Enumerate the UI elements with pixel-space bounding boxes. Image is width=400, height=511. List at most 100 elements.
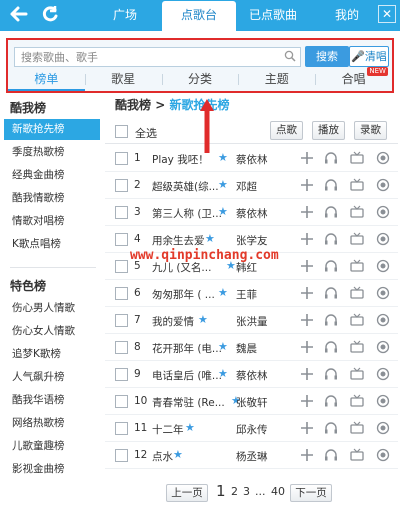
play-selected-button[interactable]: 播放 xyxy=(312,121,345,140)
mv-tv-icon[interactable] xyxy=(349,312,365,328)
page-1[interactable]: 1 xyxy=(216,482,226,500)
headphones-icon[interactable] xyxy=(323,204,339,220)
headphones-icon[interactable] xyxy=(323,177,339,193)
song-title[interactable]: 青春常驻 (Re... xyxy=(152,395,225,410)
back-arrow-icon[interactable] xyxy=(9,4,29,30)
sing-record-icon[interactable] xyxy=(375,339,391,355)
row-checkbox[interactable] xyxy=(115,287,128,300)
add-icon[interactable] xyxy=(299,231,315,247)
song-artist[interactable]: 杨丞琳 xyxy=(236,449,268,464)
mv-tv-icon[interactable] xyxy=(349,420,365,436)
add-icon[interactable] xyxy=(299,420,315,436)
headphones-icon[interactable] xyxy=(323,231,339,247)
page-2[interactable]: 2 xyxy=(231,485,238,498)
headphones-icon[interactable] xyxy=(323,339,339,355)
mv-tv-icon[interactable] xyxy=(349,447,365,463)
table-row[interactable]: 10 青春常驻 (Re... ★ 张敬轩 xyxy=(105,388,398,415)
sidebar-item-sad-men[interactable]: 伤心男人情歌 xyxy=(4,298,100,319)
song-artist[interactable]: 蔡依林 xyxy=(236,206,268,221)
sing-record-icon[interactable] xyxy=(375,312,391,328)
sing-record-icon[interactable] xyxy=(375,150,391,166)
song-title[interactable]: 十二年 xyxy=(152,422,184,437)
sidebar-item-web-hits[interactable]: 网络热歌榜 xyxy=(4,413,100,434)
sing-record-icon[interactable] xyxy=(375,231,391,247)
mv-tv-icon[interactable] xyxy=(349,204,365,220)
sing-record-icon[interactable] xyxy=(375,447,391,463)
table-row[interactable]: 6 匆匆那年 ( ... ★ 王菲 xyxy=(105,280,398,307)
mv-tv-icon[interactable] xyxy=(349,366,365,382)
add-icon[interactable] xyxy=(299,258,315,274)
song-title[interactable]: 点水 xyxy=(152,449,173,464)
add-icon[interactable] xyxy=(299,177,315,193)
a-cappella-button[interactable]: 🎤清唱 xyxy=(349,46,389,67)
sidebar-item-kids[interactable]: 儿歌童趣榜 xyxy=(4,436,100,457)
mv-tv-icon[interactable] xyxy=(349,150,365,166)
table-row[interactable]: 7 我的爱情 ★ 张洪量 xyxy=(105,307,398,334)
mv-tv-icon[interactable] xyxy=(349,393,365,409)
song-title[interactable]: 电话皇后 (唯... xyxy=(152,368,222,383)
row-checkbox[interactable] xyxy=(115,233,128,246)
tab-song-request[interactable]: 点歌台 xyxy=(162,1,236,31)
tab-charts[interactable]: 榜单 xyxy=(8,69,85,91)
tab-duets[interactable]: 合唱 NEW xyxy=(315,67,392,91)
sing-record-icon[interactable] xyxy=(375,420,391,436)
breadcrumb-parent[interactable]: 酷我榜 xyxy=(115,98,151,112)
mv-tv-icon[interactable] xyxy=(349,231,365,247)
row-checkbox[interactable] xyxy=(115,368,128,381)
headphones-icon[interactable] xyxy=(323,150,339,166)
sing-record-icon[interactable] xyxy=(375,258,391,274)
headphones-icon[interactable] xyxy=(323,258,339,274)
row-checkbox[interactable] xyxy=(115,152,128,165)
select-all-checkbox[interactable] xyxy=(115,125,128,138)
tab-square[interactable]: 广场 xyxy=(88,1,162,31)
tab-singers[interactable]: 歌星 xyxy=(84,69,162,91)
sidebar-item-love-songs[interactable]: 酷我情歌榜 xyxy=(4,188,100,209)
sidebar-item-classics[interactable]: 经典金曲榜 xyxy=(4,165,100,186)
record-selected-button[interactable]: 录歌 xyxy=(354,121,387,140)
close-icon[interactable]: ✕ xyxy=(378,5,396,23)
row-checkbox[interactable] xyxy=(115,449,128,462)
table-row[interactable]: 3 第三人称 (卫... ★ 蔡依林 xyxy=(105,199,398,226)
sidebar-item-film-tv[interactable]: 影视金曲榜 xyxy=(4,459,100,480)
table-row[interactable]: 2 超级英雄(综... ★ 邓超 xyxy=(105,172,398,199)
mv-tv-icon[interactable] xyxy=(349,177,365,193)
mv-tv-icon[interactable] xyxy=(349,339,365,355)
sing-record-icon[interactable] xyxy=(375,366,391,382)
row-checkbox[interactable] xyxy=(115,260,128,273)
table-row[interactable]: 11 十二年 ★ 邱永传 xyxy=(105,415,398,442)
sidebar-item-sad-women[interactable]: 伤心女人情歌 xyxy=(4,321,100,342)
add-icon[interactable] xyxy=(299,447,315,463)
song-artist[interactable]: 蔡依林 xyxy=(236,152,268,167)
add-icon[interactable] xyxy=(299,393,315,409)
add-icon[interactable] xyxy=(299,150,315,166)
table-row[interactable]: 8 花开那年 (电... ★ 魏晨 xyxy=(105,334,398,361)
order-selected-button[interactable]: 点歌 xyxy=(270,121,303,140)
add-icon[interactable] xyxy=(299,366,315,382)
refresh-icon[interactable] xyxy=(40,4,60,30)
song-artist[interactable]: 王菲 xyxy=(236,287,257,302)
song-title[interactable]: 花开那年 (电... xyxy=(152,341,222,356)
sidebar-item-new-songs[interactable]: 新歌抢先榜 xyxy=(4,119,100,140)
search-icon[interactable] xyxy=(284,50,296,62)
search-button[interactable]: 搜索 xyxy=(305,46,349,67)
row-checkbox[interactable] xyxy=(115,314,128,327)
table-row[interactable]: 12 点水 ★ 杨丞琳 xyxy=(105,442,398,469)
sidebar-item-k-song-requests[interactable]: K歌点唱榜 xyxy=(4,234,100,255)
row-checkbox[interactable] xyxy=(115,179,128,192)
add-icon[interactable] xyxy=(299,312,315,328)
row-checkbox[interactable] xyxy=(115,395,128,408)
sidebar-item-rising[interactable]: 人气飙升榜 xyxy=(4,367,100,388)
tab-mine[interactable]: 我的 xyxy=(310,1,384,31)
song-artist[interactable]: 邱永传 xyxy=(236,422,268,437)
song-title[interactable]: 用余生去爱 xyxy=(152,233,205,248)
prev-page-button[interactable]: 上一页 xyxy=(166,484,208,502)
sing-record-icon[interactable] xyxy=(375,204,391,220)
song-title[interactable]: 匆匆那年 ( ... xyxy=(152,287,215,302)
search-input[interactable] xyxy=(15,48,280,66)
page-last[interactable]: 40 xyxy=(271,485,285,498)
mv-tv-icon[interactable] xyxy=(349,258,365,274)
sing-record-icon[interactable] xyxy=(375,285,391,301)
song-title[interactable]: 超级英雄(综... xyxy=(152,179,219,194)
tab-themes[interactable]: 主题 xyxy=(238,69,315,91)
headphones-icon[interactable] xyxy=(323,420,339,436)
